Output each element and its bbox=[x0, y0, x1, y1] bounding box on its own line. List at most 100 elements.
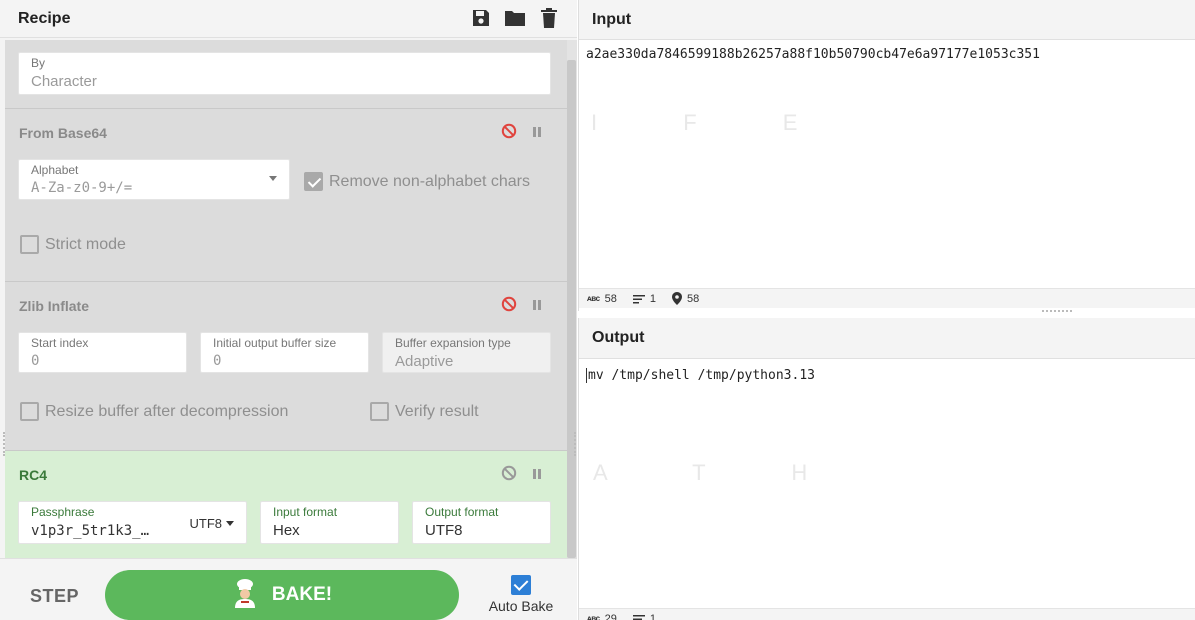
output-textarea[interactable]: mv /tmp/shell /tmp/python3.13 bbox=[586, 368, 815, 383]
save-icon[interactable] bbox=[469, 6, 493, 30]
character-count-icon: ᴀʙᴄ bbox=[587, 614, 600, 620]
remove-non-alphabet-label: Remove non-alphabet chars bbox=[329, 172, 531, 190]
strict-mode-checkbox[interactable]: Strict mode bbox=[20, 235, 126, 254]
alphabet-label: Alphabet bbox=[31, 163, 79, 177]
recipe-operations-list: By Character From Base64 Alphabet A-Za-z… bbox=[5, 40, 567, 558]
alphabet-select[interactable]: Alphabet A-Za-z0-9+/= bbox=[18, 159, 290, 200]
lines-icon bbox=[632, 614, 645, 620]
output-length-stat: ᴀʙᴄ 29 bbox=[587, 613, 617, 620]
checkbox-checked-icon[interactable] bbox=[304, 172, 323, 191]
op-controls bbox=[501, 296, 543, 317]
initial-buffer-value: 0 bbox=[213, 353, 222, 369]
by-label: By bbox=[31, 56, 46, 70]
output-lines-stat: 1 bbox=[632, 612, 656, 620]
disable-icon[interactable] bbox=[501, 465, 517, 486]
input-textarea[interactable]: a2ae330da7846599188b26257a88f10b50790cb4… bbox=[586, 47, 1040, 62]
output-status-bar: ᴀʙᴄ 29 1 bbox=[579, 608, 1195, 620]
initial-buffer-field[interactable]: Initial output buffer size 0 bbox=[200, 332, 369, 373]
input-pane: Input I F E a2ae330da7846599188b26257a88… bbox=[578, 0, 1195, 311]
buffer-expansion-select[interactable]: Buffer expansion type Adaptive bbox=[382, 332, 551, 373]
strict-mode-label: Strict mode bbox=[45, 235, 126, 253]
disable-icon[interactable] bbox=[501, 123, 517, 144]
verify-result-label: Verify result bbox=[395, 402, 479, 420]
auto-bake-label: Auto Bake bbox=[488, 598, 554, 614]
output-line-count: 1 bbox=[649, 612, 656, 620]
op-title-rc4[interactable]: RC4 bbox=[19, 467, 47, 483]
input-position-stat: 58 bbox=[671, 292, 700, 305]
step-button[interactable]: STEP bbox=[30, 586, 79, 607]
input-char-count: 58 bbox=[604, 292, 617, 305]
op-rc4: RC4 Passphrase v1p3r_5tr1k3_… UTF8 Input… bbox=[5, 451, 567, 558]
op-controls bbox=[501, 465, 543, 486]
location-pin-icon bbox=[671, 292, 682, 305]
passphrase-encoding-dropdown[interactable]: UTF8 bbox=[189, 516, 234, 531]
bake-label: BAKE! bbox=[271, 584, 333, 605]
chef-icon bbox=[232, 578, 258, 613]
start-index-label: Start index bbox=[31, 336, 89, 350]
start-index-field[interactable]: Start index 0 bbox=[18, 332, 187, 373]
remove-non-alphabet-checkbox[interactable]: Remove non-alphabet chars bbox=[304, 172, 530, 191]
breakpoint-pause-icon[interactable] bbox=[531, 125, 543, 143]
passphrase-field[interactable]: Passphrase v1p3r_5tr1k3_… UTF8 bbox=[18, 501, 247, 544]
left-resize-handle[interactable] bbox=[3, 432, 5, 456]
input-format-label: Input format bbox=[273, 505, 338, 519]
checkbox-unchecked-icon[interactable] bbox=[20, 235, 39, 254]
resize-buffer-label: Resize buffer after decompression bbox=[45, 402, 289, 420]
checkbox-unchecked-icon[interactable] bbox=[20, 402, 39, 421]
resize-buffer-checkbox[interactable]: Resize buffer after decompression bbox=[20, 402, 288, 421]
op-previous-tail: By Character bbox=[5, 40, 567, 109]
output-format-select[interactable]: Output format UTF8 bbox=[412, 501, 551, 544]
disable-icon[interactable] bbox=[501, 296, 517, 317]
alphabet-value: A-Za-z0-9+/= bbox=[31, 180, 133, 196]
input-length-stat: ᴀʙᴄ 58 bbox=[587, 293, 617, 305]
recipe-header: Recipe bbox=[0, 0, 577, 38]
pane-resize-handle[interactable] bbox=[574, 432, 576, 456]
by-value: Character bbox=[31, 73, 97, 90]
breakpoint-pause-icon[interactable] bbox=[531, 298, 543, 316]
buffer-expansion-value: Adaptive bbox=[395, 353, 454, 370]
buffer-expansion-label: Buffer expansion type bbox=[395, 336, 511, 350]
op-controls bbox=[501, 123, 543, 144]
recipe-title: Recipe bbox=[18, 9, 71, 27]
input-format-select[interactable]: Input format Hex bbox=[260, 501, 399, 544]
passphrase-value: v1p3r_5tr1k3_… bbox=[31, 523, 150, 539]
auto-bake-toggle[interactable]: Auto Bake bbox=[488, 575, 554, 614]
output-format-label: Output format bbox=[425, 505, 499, 519]
checkbox-checked-icon[interactable] bbox=[511, 575, 531, 595]
input-line-count: 1 bbox=[649, 292, 656, 305]
character-count-icon: ᴀʙᴄ bbox=[587, 294, 600, 303]
output-format-value: UTF8 bbox=[425, 522, 463, 539]
output-char-count: 29 bbox=[604, 612, 617, 620]
breakpoint-pause-icon[interactable] bbox=[531, 467, 543, 485]
recipe-toolbar bbox=[469, 6, 561, 30]
input-header: Input bbox=[579, 0, 1195, 40]
trash-icon[interactable] bbox=[537, 6, 561, 30]
output-pane: Output A T H mv /tmp/shell /tmp/python3.… bbox=[578, 318, 1195, 620]
op-title-from-base64[interactable]: From Base64 bbox=[19, 125, 107, 141]
chevron-down-icon bbox=[226, 521, 234, 526]
chevron-down-icon bbox=[269, 176, 277, 181]
bake-button[interactable]: BAKE! bbox=[105, 570, 459, 620]
recipe-scrollbar-thumb[interactable] bbox=[567, 60, 576, 558]
recipe-controls: STEP BAKE! Auto Bake bbox=[0, 558, 577, 620]
passphrase-encoding-value: UTF8 bbox=[189, 516, 223, 531]
op-title-zlib-inflate[interactable]: Zlib Inflate bbox=[19, 298, 89, 314]
output-title: Output bbox=[592, 329, 645, 346]
folder-icon[interactable] bbox=[503, 6, 527, 30]
recipe-pane: Recipe By Character From Base64 Alphabet… bbox=[0, 0, 577, 620]
checkbox-unchecked-icon[interactable] bbox=[370, 402, 389, 421]
background-watermark: I F E bbox=[591, 110, 838, 135]
input-status-bar: ᴀʙᴄ 58 1 58 bbox=[579, 288, 1195, 308]
background-watermark: A T H bbox=[593, 460, 848, 485]
verify-result-checkbox[interactable]: Verify result bbox=[370, 402, 479, 421]
input-format-value: Hex bbox=[273, 522, 300, 539]
io-resize-handle[interactable] bbox=[1042, 310, 1072, 313]
initial-buffer-label: Initial output buffer size bbox=[213, 336, 337, 350]
input-title: Input bbox=[592, 10, 632, 28]
passphrase-label: Passphrase bbox=[31, 505, 95, 519]
input-cursor-position: 58 bbox=[686, 292, 700, 305]
by-field[interactable]: By Character bbox=[18, 52, 551, 95]
input-lines-stat: 1 bbox=[632, 292, 656, 305]
cyberchef-app: Recipe By Character From Base64 Alphabet… bbox=[0, 0, 1195, 620]
lines-icon bbox=[632, 294, 645, 303]
